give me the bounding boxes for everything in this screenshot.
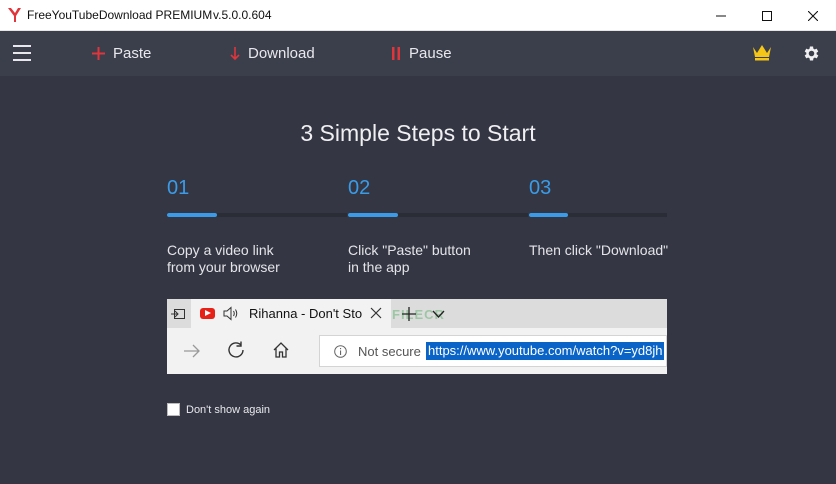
minimize-button[interactable] — [698, 0, 744, 31]
dont-show-again-option[interactable]: Don't show again — [167, 403, 270, 416]
crown-icon[interactable] — [752, 43, 772, 61]
browser-nav-bar: Not secure https://www.youtube.com/watch… — [167, 328, 667, 374]
download-arrow-icon — [230, 46, 240, 61]
step-progress-fill — [529, 213, 568, 217]
maximize-button[interactable] — [744, 0, 790, 31]
home-icon — [273, 342, 289, 358]
app-logo-icon — [8, 8, 21, 22]
dont-show-again-checkbox[interactable] — [167, 403, 180, 416]
download-button[interactable]: Download — [230, 31, 315, 76]
window-title: FreeYouTubeDownload PREMIUM — [27, 8, 213, 22]
pause-button[interactable]: Pause — [391, 31, 452, 76]
youtube-icon — [200, 308, 215, 319]
paste-button[interactable]: Paste — [92, 31, 151, 76]
forward-arrow-icon — [184, 344, 200, 358]
step-3: 03 Then click "Download" — [529, 177, 668, 258]
tab-title: Rihanna - Don't Stop — [249, 306, 362, 321]
tab-preview-icon — [167, 299, 189, 328]
toolbar: Paste Download Pause — [0, 31, 836, 76]
browser-tab-strip: Rihanna - Don't Stop FILECR — [167, 299, 667, 328]
dont-show-again-label: Don't show again — [186, 403, 271, 416]
main-panel: 3 Simple Steps to Start 01 Copy a video … — [0, 76, 836, 484]
plus-icon — [92, 47, 105, 60]
step-text-line: from your browser — [167, 259, 280, 275]
download-label: Download — [248, 45, 315, 62]
title-bar: FreeYouTubeDownload PREMIUM v.5.0.0.604 — [0, 0, 836, 31]
step-description: Click "Paste" button in the app — [348, 242, 548, 276]
step-text-line: Copy a video link — [167, 242, 274, 258]
gear-icon[interactable] — [802, 44, 821, 63]
step-description: Copy a video link from your browser — [167, 242, 367, 276]
address-bar: Not secure https://www.youtube.com/watch… — [319, 335, 667, 367]
step-text-line: Click "Paste" button — [348, 242, 471, 258]
not-secure-label: Not secure — [358, 344, 421, 359]
step-progress-fill — [167, 213, 217, 217]
close-icon — [808, 10, 818, 21]
step-number: 02 — [348, 177, 371, 199]
step-2: 02 Click "Paste" button in the app — [348, 177, 528, 275]
url-text: https://www.youtube.com/watch?v=yd8jh — [426, 342, 665, 360]
step-description: Then click "Download" — [529, 242, 729, 259]
page-title: 3 Simple Steps to Start — [300, 120, 536, 146]
step-number: 03 — [529, 177, 552, 199]
paste-label: Paste — [113, 45, 152, 62]
browser-tab: Rihanna - Don't Stop — [191, 299, 391, 328]
chevron-down-icon — [432, 310, 445, 318]
pause-icon — [391, 47, 401, 60]
menu-icon[interactable] — [13, 45, 31, 61]
step-text-line: in the app — [348, 259, 410, 275]
pause-label: Pause — [409, 45, 452, 62]
info-icon — [334, 345, 347, 358]
speaker-icon — [223, 306, 238, 321]
step-1: 01 Copy a video link from your browser — [167, 177, 347, 275]
maximize-icon — [762, 10, 772, 21]
step-text-line: Then click "Download" — [529, 242, 669, 258]
step-number: 01 — [167, 177, 190, 199]
browser-illustration: Rihanna - Don't Stop FILECR Not secure h… — [167, 299, 667, 374]
close-button[interactable] — [790, 0, 836, 31]
minimize-icon — [716, 15, 726, 16]
reload-icon — [228, 341, 244, 358]
step-progress-fill — [348, 213, 398, 217]
new-tab-icon — [402, 307, 416, 321]
app-version: v.5.0.0.604 — [213, 8, 272, 22]
tab-close-icon — [370, 307, 382, 319]
